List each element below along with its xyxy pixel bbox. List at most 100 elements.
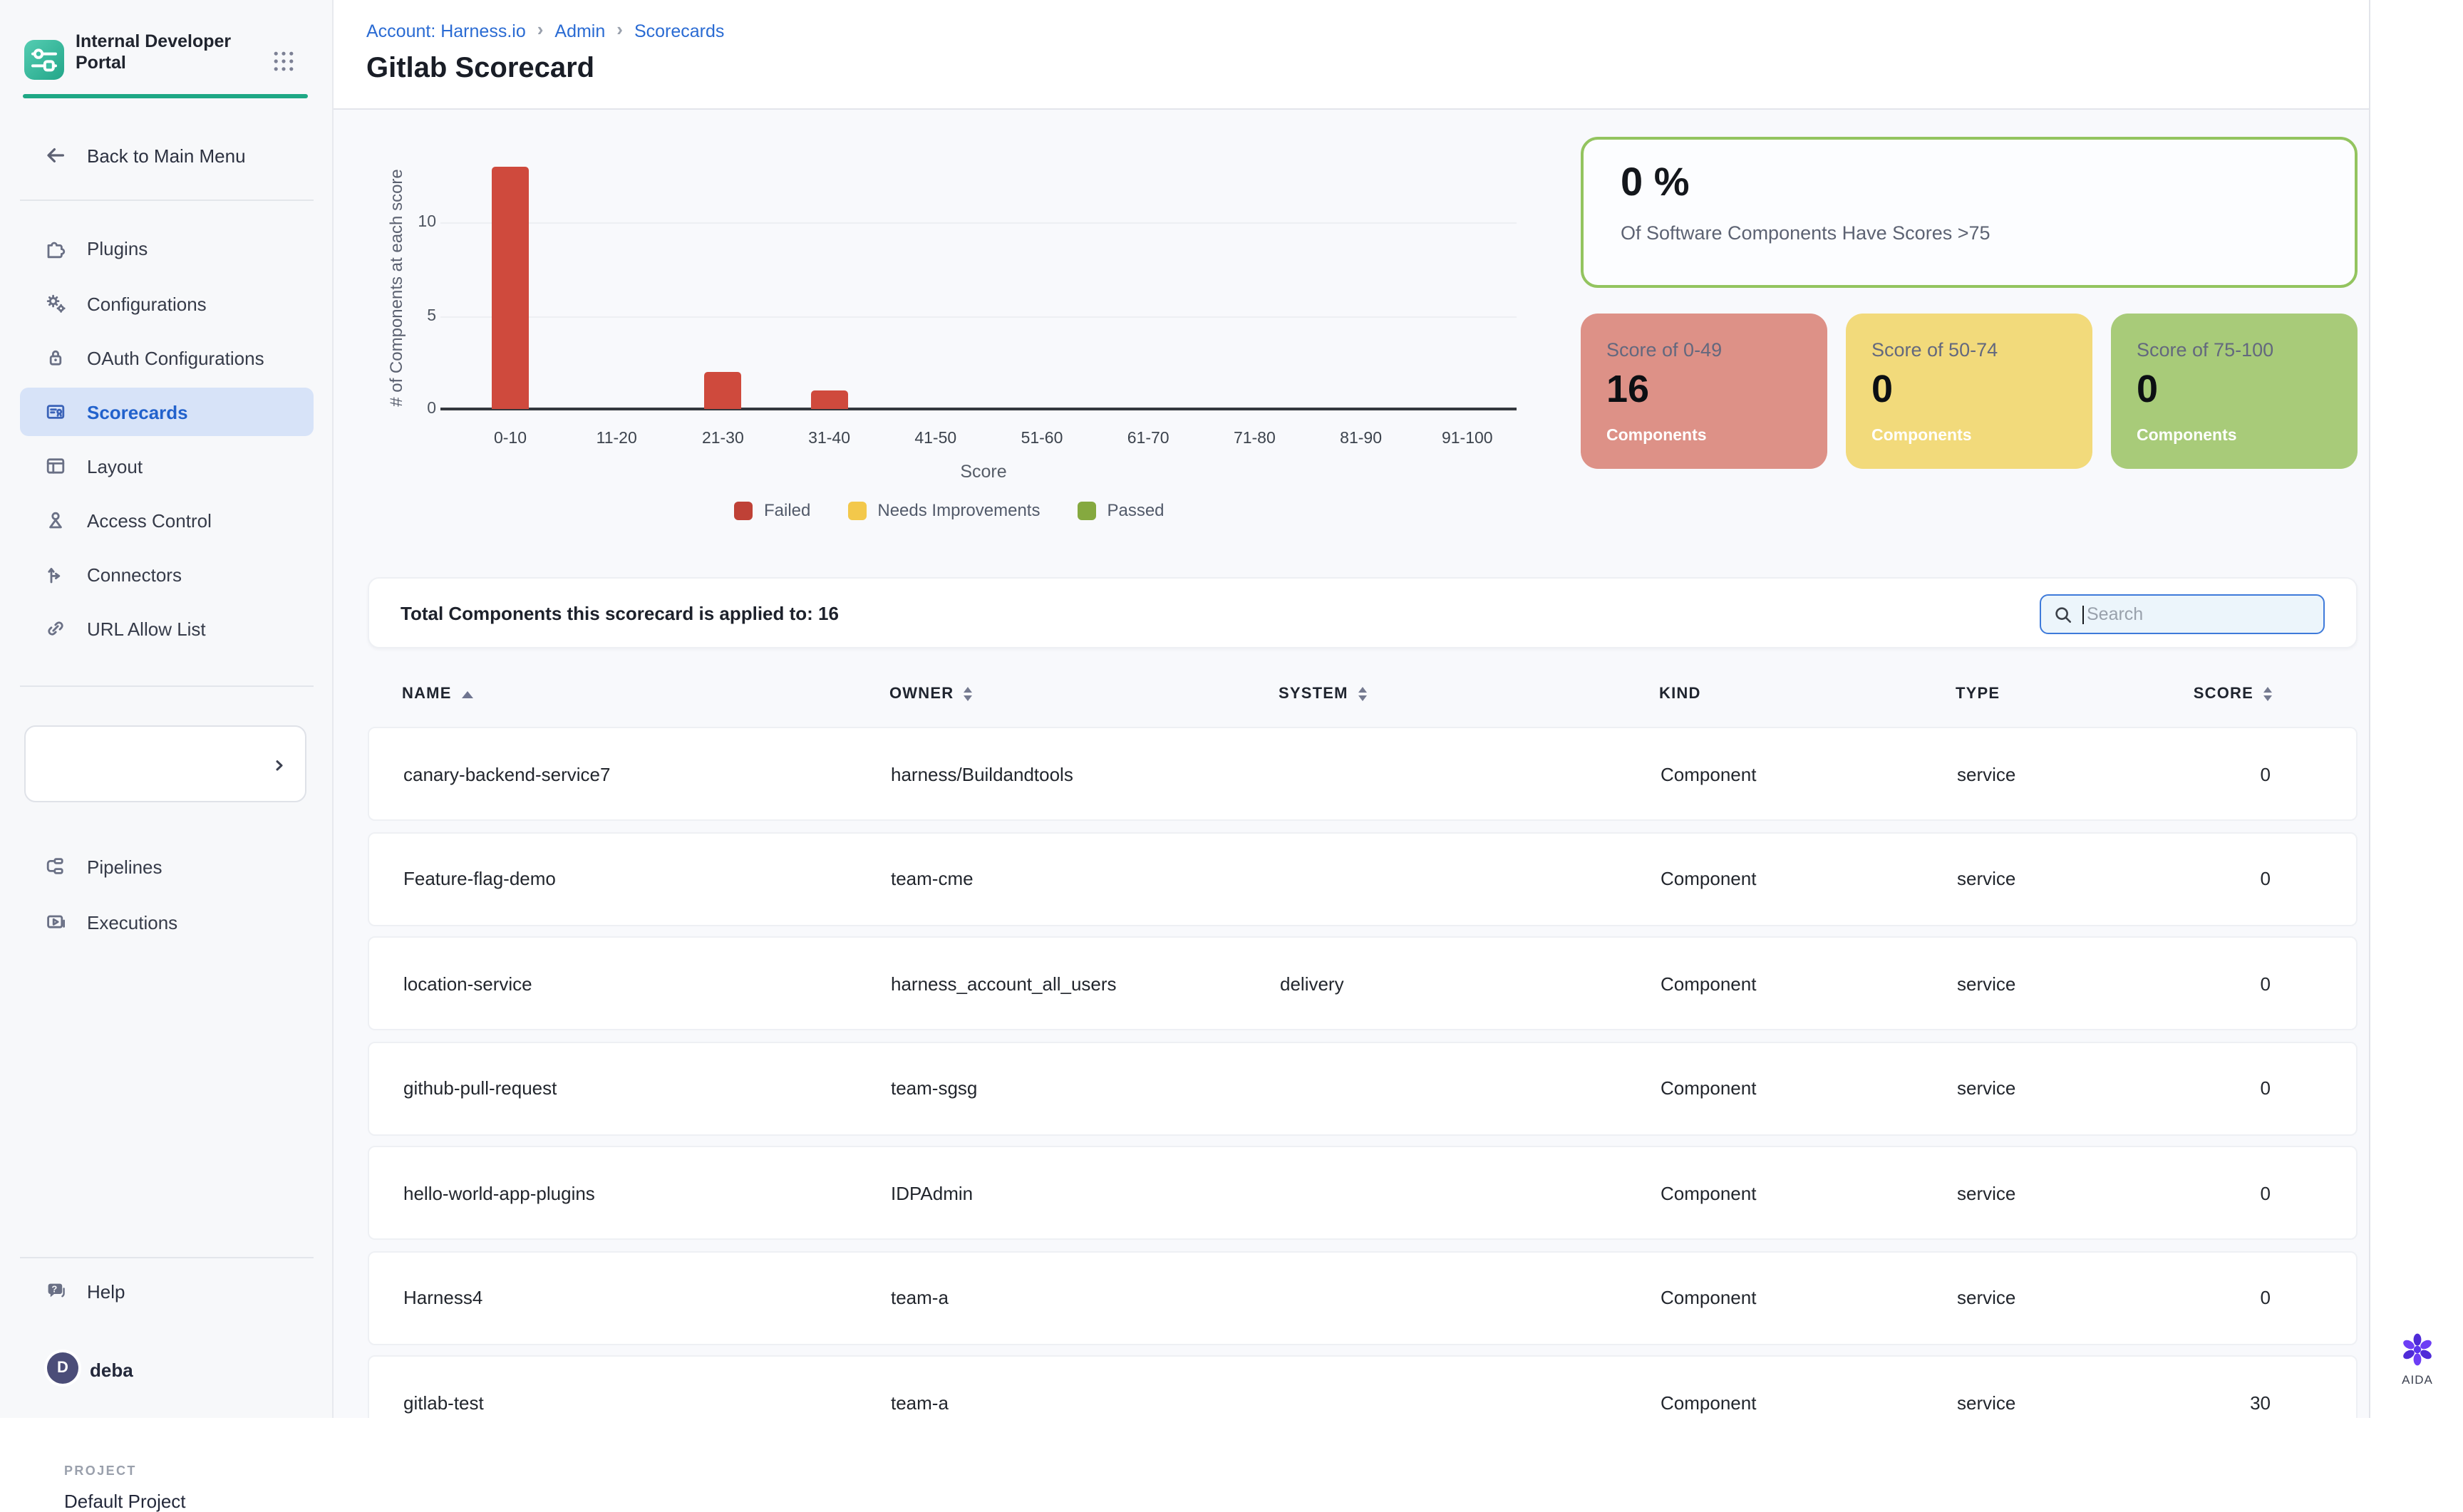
table-row[interactable]: hello-world-app-pluginsIDPAdmin Component… xyxy=(368,1146,2358,1240)
table-row[interactable]: github-pull-requestteam-sgsgComponentser… xyxy=(368,1041,2358,1135)
legend-item: Passed xyxy=(1077,500,1164,520)
sidebar-item-connectors[interactable]: Connectors xyxy=(0,550,334,599)
aida-label: AIDA xyxy=(2402,1372,2433,1387)
breadcrumb-link[interactable]: Account: Harness.io xyxy=(366,21,526,41)
breadcrumb-separator-icon: › xyxy=(537,19,544,40)
cell-owner: team-cme xyxy=(891,868,1280,889)
column-header-owner[interactable]: OWNER xyxy=(889,685,1279,703)
main-content: # of Components at each score Score Fail… xyxy=(334,110,2369,1418)
cell-name: Feature-flag-demo xyxy=(403,868,891,889)
cell-name: hello-world-app-plugins xyxy=(403,1182,891,1203)
user-name: deba xyxy=(90,1360,133,1381)
table-row[interactable]: Harness4team-aComponentservice0 xyxy=(368,1250,2358,1345)
table-row[interactable]: gitlab-testteam-aComponentservice30 xyxy=(368,1355,2358,1418)
chart-bar xyxy=(704,372,741,409)
app-grid-icon[interactable] xyxy=(271,48,296,74)
idp-logo xyxy=(24,40,64,80)
sidebar-item-label: Configurations xyxy=(87,293,207,314)
table-row[interactable]: canary-backend-service7harness/Buildandt… xyxy=(368,727,2358,821)
cell-type: service xyxy=(1957,868,2159,889)
score-range-title: Score of 50-74 xyxy=(1871,339,1998,361)
sidebar-item-label: Access Control xyxy=(87,509,212,531)
sidebar-item-label: Layout xyxy=(87,455,143,477)
chart-x-tick: 51-60 xyxy=(996,430,1088,447)
column-label: TYPE xyxy=(1956,685,2000,703)
chart-x-tick: 61-70 xyxy=(1103,430,1194,447)
legend-label: Failed xyxy=(764,500,810,520)
table-row[interactable]: Feature-flag-demoteam-cme Componentservic… xyxy=(368,832,2358,926)
column-label: NAME xyxy=(402,685,452,703)
cell-kind: Component xyxy=(1661,868,1957,889)
chart-y-tick: 0 xyxy=(399,400,436,418)
cell-owner: harness_account_all_users xyxy=(891,973,1280,994)
percent-summary-card: 0 % Of Software Components Have Scores >… xyxy=(1581,137,2358,288)
breadcrumb-link[interactable]: Admin xyxy=(554,21,605,41)
sidebar-item-label: Connectors xyxy=(87,564,182,585)
user-avatar[interactable]: D xyxy=(47,1352,78,1384)
sort-up-icon xyxy=(1358,687,1367,693)
sidebar-item-label: OAuth Configurations xyxy=(87,347,264,368)
sidebar-item-oauth-configurations[interactable]: OAuth Configurations xyxy=(0,333,334,382)
help-button[interactable]: ? Help xyxy=(0,1267,334,1315)
sidebar-item-plugins[interactable]: Plugins xyxy=(0,224,334,272)
sidebar-item-url-allow-list[interactable]: URL Allow List xyxy=(0,604,334,653)
cell-score: 0 xyxy=(2159,763,2271,785)
chart-y-tick: 5 xyxy=(399,307,436,324)
aida-button[interactable]: AIDA xyxy=(2370,1331,2463,1387)
cell-kind: Component xyxy=(1661,1392,1957,1413)
person-icon xyxy=(44,509,67,532)
legend-item: Needs Improvements xyxy=(847,500,1040,520)
sort-down-icon xyxy=(1358,695,1367,701)
cell-owner: team-a xyxy=(891,1392,1280,1413)
page-title: Gitlab Scorecard xyxy=(366,53,594,86)
sidebar-item-executions[interactable]: Executions xyxy=(0,898,334,946)
cell-kind: Component xyxy=(1661,1182,1957,1203)
chart-y-tick: 10 xyxy=(399,214,436,231)
chart-legend: Failed Needs Improvements Passed xyxy=(734,500,1165,520)
sort-icon xyxy=(2263,687,2272,701)
cell-kind: Component xyxy=(1661,1287,1957,1308)
back-to-main-menu[interactable]: Back to Main Menu xyxy=(0,131,334,180)
column-label: OWNER xyxy=(889,685,954,703)
breadcrumb-link[interactable]: Scorecards xyxy=(634,21,724,41)
chart-x-axis-title: Score xyxy=(898,462,1069,482)
chart-x-tick: 11-20 xyxy=(571,430,662,447)
score-range-value: 16 xyxy=(1606,368,1649,412)
sidebar-item-scorecards[interactable]: Scorecards xyxy=(20,388,314,436)
execution-icon xyxy=(44,911,67,933)
project-selector[interactable]: PROJECT Default Project xyxy=(24,725,306,802)
cell-score: 30 xyxy=(2159,1392,2271,1413)
sidebar-item-access-control[interactable]: Access Control xyxy=(0,496,334,544)
project-value: Default Project xyxy=(64,1491,186,1512)
cell-kind: Component xyxy=(1661,763,1957,785)
layout-icon xyxy=(44,455,67,477)
table-header: NAMEOWNERSYSTEMKINDTYPESCORE xyxy=(368,674,2358,714)
sidebar-divider xyxy=(20,200,314,201)
legend-swatch xyxy=(734,501,753,519)
cell-type: service xyxy=(1957,763,2159,785)
score-range-card: Score of 75-1000Components xyxy=(2111,314,2358,469)
sidebar-item-label: Plugins xyxy=(87,237,148,259)
table-row[interactable]: location-serviceharness_account_all_user… xyxy=(368,936,2358,1030)
gears-icon xyxy=(44,292,67,315)
chart-x-tick: 31-40 xyxy=(784,430,875,447)
column-header-score[interactable]: SCORE xyxy=(2158,685,2272,703)
cell-name: Harness4 xyxy=(403,1287,891,1308)
puzzle-icon xyxy=(44,237,67,259)
chart-gridline xyxy=(440,222,1517,224)
sidebar-item-layout[interactable]: Layout xyxy=(0,442,334,490)
chart-bar xyxy=(811,390,848,409)
score-range-caption: Components xyxy=(1871,428,1972,445)
cell-type: service xyxy=(1957,1392,2159,1413)
sidebar-item-configurations[interactable]: Configurations xyxy=(0,279,334,328)
chart-y-axis-title: # of Components at each score xyxy=(386,169,406,407)
column-header-name[interactable]: NAME xyxy=(402,685,889,703)
column-header-system[interactable]: SYSTEM xyxy=(1279,685,1659,703)
cell-owner: IDPAdmin xyxy=(891,1182,1280,1203)
cell-kind: Component xyxy=(1661,973,1957,994)
cell-system: delivery xyxy=(1280,973,1661,994)
sidebar-item-pipelines[interactable]: Pipelines xyxy=(0,842,334,891)
search-input[interactable]: Search xyxy=(2040,594,2325,634)
cell-owner: team-sgsg xyxy=(891,1077,1280,1099)
percent-caption: Of Software Components Have Scores >75 xyxy=(1621,222,1990,244)
